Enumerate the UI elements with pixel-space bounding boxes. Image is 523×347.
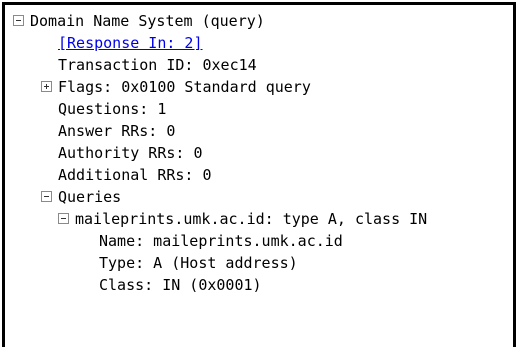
tree-node-label: Queries [58, 188, 122, 206]
tree-node-label: Authority RRs: 0 [58, 144, 203, 162]
tree-node-query-entry[interactable]: maileprints.umk.ac.id: type A, class IN [13, 208, 513, 230]
tree-node-label: Class: IN (0x0001) [99, 276, 262, 294]
tree-node-flags[interactable]: Flags: 0x0100 Standard query [13, 76, 513, 98]
expand-icon[interactable] [41, 81, 52, 92]
collapse-icon[interactable] [58, 213, 69, 224]
tree-node-response-in[interactable]: [Response In: 2] [13, 32, 513, 54]
collapse-icon[interactable] [13, 15, 24, 26]
packet-details-pane: Domain Name System (query) [Response In:… [2, 2, 516, 347]
tree-node-queries[interactable]: Queries [13, 186, 513, 208]
tree-node-label: Flags: 0x0100 Standard query [58, 78, 311, 96]
tree-node-label: Name: maileprints.umk.ac.id [99, 232, 343, 250]
tree-node-label: Answer RRs: 0 [58, 122, 176, 140]
tree-node-label: Domain Name System (query) [30, 12, 265, 30]
tree-node-authority-rrs[interactable]: Authority RRs: 0 [13, 142, 513, 164]
tree-node-query-class[interactable]: Class: IN (0x0001) [13, 274, 513, 296]
tree-node-query-type[interactable]: Type: A (Host address) [13, 252, 513, 274]
protocol-tree: Domain Name System (query) [Response In:… [13, 10, 513, 296]
response-in-link[interactable]: [Response In: 2] [58, 34, 203, 52]
tree-node-dns[interactable]: Domain Name System (query) [13, 10, 513, 32]
tree-node-label: Additional RRs: 0 [58, 166, 212, 184]
collapse-icon[interactable] [41, 191, 52, 202]
tree-node-label: maileprints.umk.ac.id: type A, class IN [75, 210, 428, 228]
tree-node-additional-rrs[interactable]: Additional RRs: 0 [13, 164, 513, 186]
tree-node-transaction-id[interactable]: Transaction ID: 0xec14 [13, 54, 513, 76]
tree-node-query-name[interactable]: Name: maileprints.umk.ac.id [13, 230, 513, 252]
tree-node-label: Type: A (Host address) [99, 254, 298, 272]
tree-node-questions[interactable]: Questions: 1 [13, 98, 513, 120]
tree-node-answer-rrs[interactable]: Answer RRs: 0 [13, 120, 513, 142]
tree-node-label: Transaction ID: 0xec14 [58, 56, 257, 74]
tree-node-label: Questions: 1 [58, 100, 167, 118]
